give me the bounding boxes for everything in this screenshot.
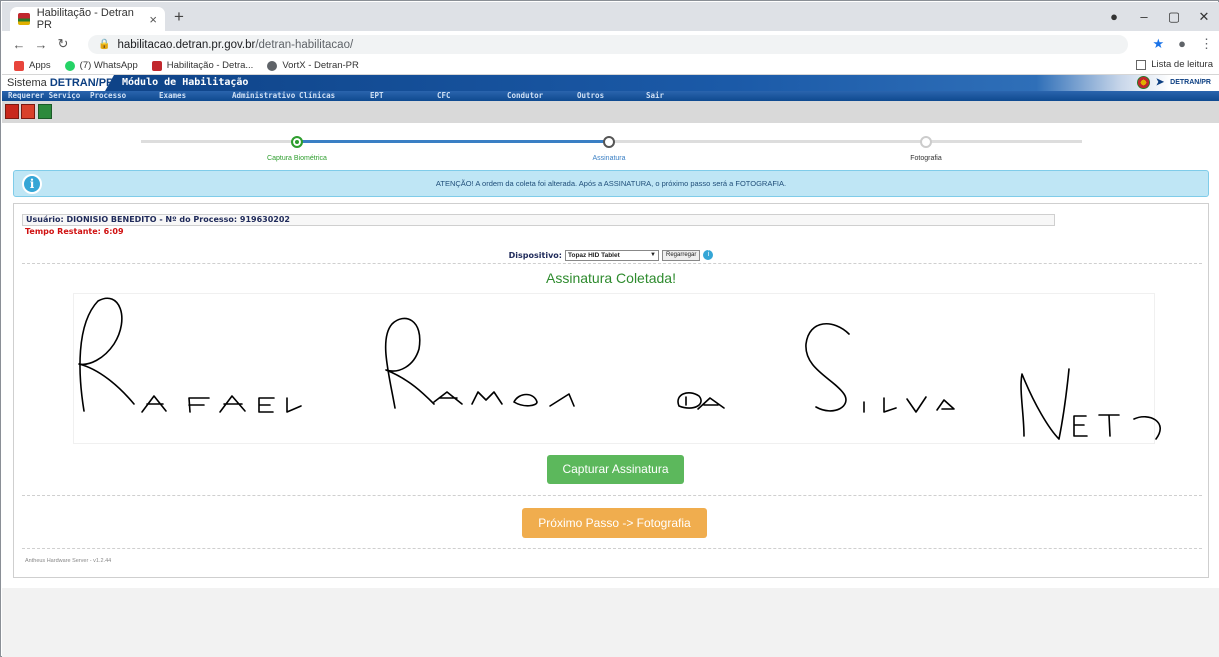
back-icon[interactable]: ← bbox=[8, 37, 30, 52]
system-title: Sistema DETRAN/PR bbox=[2, 75, 114, 91]
profile-record-icon[interactable]: ● bbox=[1099, 9, 1129, 24]
lock-icon: 🔒 bbox=[98, 39, 111, 50]
whatsapp-icon bbox=[64, 60, 75, 71]
bookmark-vortx[interactable]: VortX - Detran-PR bbox=[267, 60, 359, 71]
detran-logo: ➤ DETRAN/PR bbox=[1136, 76, 1211, 89]
url-host: habilitacao.detran.pr.gov.br bbox=[117, 38, 256, 51]
logo-text: DETRAN/PR bbox=[1170, 79, 1211, 86]
divider bbox=[22, 263, 1202, 264]
divider bbox=[22, 495, 1202, 496]
exit-shortcut-icon[interactable] bbox=[38, 104, 52, 119]
bookmark-label: VortX - Detran-PR bbox=[282, 60, 359, 71]
shortcut-icon-bar bbox=[2, 101, 1219, 123]
reload-icon[interactable]: ↻ bbox=[52, 36, 74, 52]
kebab-menu-icon[interactable]: ⋮ bbox=[1200, 36, 1213, 52]
system-prefix: Sistema bbox=[7, 77, 47, 89]
bookmark-habilitacao[interactable]: Habilitação - Detra... bbox=[151, 60, 254, 71]
main-menu: Requerer Serviço Processo Exames Adminis… bbox=[2, 91, 1219, 101]
step-label-signature: Assinatura bbox=[592, 155, 626, 162]
alert-text: ATENÇÃO! A ordem da coleta foi alterada.… bbox=[435, 179, 787, 188]
menu-item[interactable]: Condutor bbox=[507, 91, 543, 100]
step-connector bbox=[297, 140, 609, 143]
step-label-biometrics: Captura Biométrica bbox=[267, 155, 327, 162]
page-content: Captura Biométrica Assinatura Fotografia… bbox=[2, 123, 1219, 657]
step-connector bbox=[926, 140, 1082, 143]
profile-icon[interactable]: ● bbox=[1178, 36, 1186, 52]
globe-icon bbox=[267, 60, 278, 71]
menu-item[interactable]: Sair bbox=[646, 91, 664, 100]
browser-toolbar: ← → ↻ 🔒 habilitacao.detran.pr.gov.br/det… bbox=[2, 31, 1219, 57]
device-help-icon[interactable]: i bbox=[703, 250, 714, 260]
browser-window: Habilitação - Detran PR × + ● – ▢ ✕ ← → … bbox=[0, 0, 1219, 657]
close-tab-icon[interactable]: × bbox=[149, 12, 157, 27]
attention-alert: i ATENÇÃO! A ordem da coleta foi alterad… bbox=[13, 170, 1209, 197]
detran-arrow-icon: ➤ bbox=[1155, 77, 1165, 88]
menu-item[interactable]: EPT bbox=[370, 91, 384, 100]
chevron-down-icon: ▼ bbox=[650, 251, 656, 258]
capture-signature-button[interactable]: Capturar Assinatura bbox=[547, 455, 684, 484]
maximize-icon[interactable]: ▢ bbox=[1159, 9, 1189, 25]
bookmarks-bar: Apps (7) WhatsApp Habilitação - Detra...… bbox=[2, 57, 1219, 75]
bookmark-label: Habilitação - Detra... bbox=[166, 60, 254, 71]
browser-tab[interactable]: Habilitação - Detran PR × bbox=[10, 7, 165, 31]
detran-favicon-icon bbox=[18, 13, 30, 25]
menu-item[interactable]: Clínicas bbox=[299, 91, 335, 100]
close-window-icon[interactable]: ✕ bbox=[1189, 9, 1219, 25]
state-seal-icon bbox=[1136, 76, 1150, 89]
time-remaining: Tempo Restante: 6:09 bbox=[25, 227, 124, 236]
menu-item[interactable]: CFC bbox=[437, 91, 451, 100]
tab-strip: Habilitação - Detran PR × + ● – ▢ ✕ bbox=[2, 2, 1219, 31]
signature-status: Assinatura Coletada! bbox=[546, 270, 676, 286]
tab-title: Habilitação - Detran PR bbox=[36, 7, 134, 31]
detran-icon bbox=[151, 60, 162, 71]
home-shortcut-icon[interactable] bbox=[5, 104, 19, 119]
bookmark-whatsapp[interactable]: (7) WhatsApp bbox=[64, 60, 138, 71]
document-shortcut-icon[interactable] bbox=[21, 104, 35, 119]
device-selected-value: Topaz HID Tablet bbox=[568, 251, 620, 259]
menu-item[interactable]: Outros bbox=[577, 91, 604, 100]
content-area: Captura Biométrica Assinatura Fotografia… bbox=[2, 123, 1219, 588]
bookmark-star-icon[interactable]: ★ bbox=[1152, 36, 1164, 52]
step-connector bbox=[609, 140, 926, 143]
info-icon: i bbox=[22, 174, 42, 194]
step-dot-photo bbox=[920, 136, 932, 148]
reading-list-label: Lista de leitura bbox=[1151, 59, 1213, 70]
detran-header: Sistema DETRAN/PR Módulo de Habilitação … bbox=[2, 75, 1219, 91]
step-label-photo: Fotografia bbox=[910, 155, 942, 162]
url-path: /detran-habilitacao/ bbox=[255, 38, 354, 51]
device-label: Dispositivo: bbox=[508, 250, 562, 260]
step-dot-biometrics bbox=[291, 136, 303, 148]
apps-icon bbox=[14, 60, 24, 71]
menu-item[interactable]: Exames bbox=[159, 91, 186, 100]
window-controls: ● – ▢ ✕ bbox=[1099, 2, 1219, 31]
reading-list[interactable]: Lista de leitura bbox=[1136, 59, 1213, 70]
menu-item[interactable]: Requerer Serviço bbox=[8, 91, 80, 100]
forward-icon[interactable]: → bbox=[30, 37, 52, 52]
menu-item[interactable]: Administrativo bbox=[232, 91, 295, 100]
bookmark-apps[interactable]: Apps bbox=[14, 60, 51, 71]
step-connector bbox=[141, 140, 297, 143]
address-bar[interactable]: 🔒 habilitacao.detran.pr.gov.br/detran-ha… bbox=[88, 35, 1128, 54]
system-name: DETRAN/PR bbox=[49, 77, 114, 89]
device-select[interactable]: Topaz HID Tablet ▼ bbox=[565, 249, 659, 261]
step-dot-signature bbox=[603, 136, 615, 148]
reload-device-button[interactable]: Regarregar bbox=[662, 249, 701, 261]
signature-canvas bbox=[73, 293, 1161, 444]
handwritten-signature bbox=[78, 297, 1161, 440]
menu-item[interactable]: Processo bbox=[90, 91, 126, 100]
server-version: Antheus Hardware Server - v1.2.44 bbox=[25, 558, 112, 564]
device-row: Dispositivo: Topaz HID Tablet ▼ Regarreg… bbox=[14, 249, 1208, 261]
new-tab-icon[interactable]: + bbox=[174, 7, 184, 27]
module-title: Módulo de Habilitação bbox=[122, 77, 249, 88]
user-process-info: Usuário: DIONISIO BENEDITO - Nº do Proce… bbox=[22, 214, 1055, 226]
reading-list-icon bbox=[1136, 59, 1147, 70]
next-step-button[interactable]: Próximo Passo -> Fotografia bbox=[522, 508, 707, 538]
bookmark-label: (7) WhatsApp bbox=[79, 60, 138, 71]
minimize-icon[interactable]: – bbox=[1129, 9, 1159, 24]
bookmark-label: Apps bbox=[29, 60, 51, 71]
divider bbox=[22, 548, 1202, 549]
signature-panel: Usuário: DIONISIO BENEDITO - Nº do Proce… bbox=[13, 203, 1209, 578]
